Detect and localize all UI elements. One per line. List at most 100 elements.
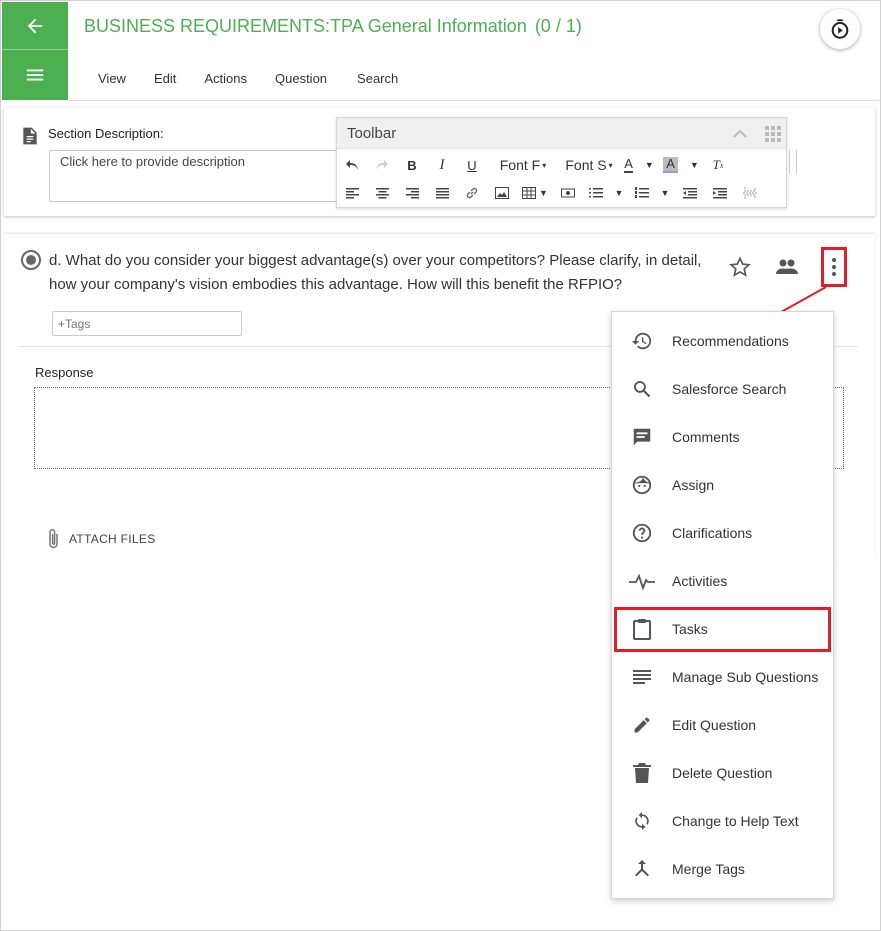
page-break-icon[interactable] [735, 182, 765, 204]
attach-files-button[interactable]: ATTACH FILES [47, 528, 156, 550]
caret-down-icon: ▼ [614, 188, 624, 198]
undo-icon[interactable] [337, 154, 367, 176]
menu-item-change-to-help-text[interactable]: Change to Help Text [612, 797, 833, 845]
font-size-select[interactable]: Font S ▾ [559, 154, 619, 176]
caret-down-icon: ▼ [644, 160, 654, 170]
answered-count: (0 / 1) [534, 16, 582, 36]
face-icon [632, 475, 652, 495]
back-button[interactable] [2, 2, 68, 49]
align-right-icon[interactable] [397, 182, 427, 204]
merge-icon [635, 860, 649, 877]
redo-icon[interactable] [367, 154, 397, 176]
menu-item-label: Merge Tags [672, 861, 745, 877]
question-select-radio[interactable] [21, 250, 41, 270]
caret-down-icon: ▾ [542, 160, 547, 170]
lines-icon [633, 670, 651, 684]
toolbar-row-2: ▼ ▼ ▼ [337, 181, 765, 205]
menu-item-recommendations[interactable]: Recommendations [612, 317, 833, 365]
page-title-text: BUSINESS REQUIREMENTS:TPA General Inform… [84, 16, 527, 36]
history-icon [631, 332, 652, 350]
menu-item-label: Assign [672, 477, 715, 493]
menu-item-comments[interactable]: Comments [612, 413, 833, 461]
tasks-highlight-annotation [614, 607, 831, 652]
menu-item-edit-question[interactable]: Edit Question [612, 701, 833, 749]
search-icon [634, 381, 651, 398]
comment-icon [633, 428, 651, 446]
italic-button[interactable]: I [427, 154, 457, 176]
table-button[interactable]: ▼ [517, 182, 553, 204]
editor-toolbar: Toolbar B I U Font F ▾ Font S ▾ A ▼ A ▼ Tx ▼… [336, 117, 787, 208]
people-icon[interactable] [775, 257, 799, 277]
menu-view[interactable]: View [84, 71, 140, 89]
menu-item-label: Manage Sub Questions [672, 669, 819, 685]
text-color-button[interactable]: A ▼ [619, 154, 659, 176]
font-size-label: Font S [565, 157, 607, 173]
more-options-button[interactable] [821, 247, 847, 287]
stopwatch-icon [831, 19, 849, 39]
toolbar-row-1: B I U Font F ▾ Font S ▾ A ▼ A ▼ Tx [337, 153, 733, 177]
toolbar-title: Toolbar [347, 125, 397, 142]
menu-edit[interactable]: Edit [140, 71, 190, 89]
menu-question[interactable]: Question [261, 71, 357, 89]
tags-input[interactable] [52, 311, 242, 336]
chevron-up-icon[interactable] [733, 129, 747, 139]
more-options-menu: Recommendations Salesforce Search Commen… [611, 311, 834, 899]
font-family-label: Font F [499, 157, 541, 173]
media-icon[interactable] [553, 182, 583, 204]
pencil-icon [634, 717, 650, 733]
menu-item-clarifications[interactable]: Clarifications [612, 509, 833, 557]
menu-search[interactable]: Search [357, 71, 412, 89]
toolbar-separator [789, 150, 797, 174]
toolbar-header: Toolbar [337, 118, 786, 149]
paperclip-icon [49, 528, 58, 549]
menu-item-manage-sub-questions[interactable]: Manage Sub Questions [612, 653, 833, 701]
outdent-icon[interactable] [675, 182, 705, 204]
caret-down-icon: ▼ [539, 188, 548, 198]
menu-actions[interactable]: Actions [190, 71, 261, 89]
underline-button[interactable]: U [457, 154, 487, 176]
hamburger-menu-button[interactable] [2, 49, 68, 100]
hamburger-icon [26, 69, 44, 81]
image-icon[interactable] [487, 182, 517, 204]
menu-item-salesforce-search[interactable]: Salesforce Search [612, 365, 833, 413]
align-justify-icon[interactable] [427, 182, 457, 204]
clear-format-icon[interactable]: Tx [703, 154, 733, 176]
numbered-list-button[interactable]: ▼ [629, 182, 675, 204]
table-icon [522, 187, 537, 199]
top-menubar: View Edit Actions Question Search [84, 71, 412, 89]
menu-item-activities[interactable]: Activities [612, 557, 833, 605]
sync-icon [635, 811, 649, 831]
menu-item-delete-question[interactable]: Delete Question [612, 749, 833, 797]
align-center-icon[interactable] [367, 182, 397, 204]
text-color-icon: A [624, 156, 633, 173]
page-title: BUSINESS REQUIREMENTS:TPA General Inform… [84, 16, 582, 37]
font-family-select[interactable]: Font F ▾ [487, 154, 559, 176]
caret-down-icon: ▼ [689, 160, 699, 170]
menu-item-label: Recommendations [672, 333, 789, 349]
numbered-list-icon [634, 187, 649, 198]
menu-item-label: Comments [672, 429, 740, 445]
document-icon [23, 127, 37, 145]
help-icon [632, 523, 652, 543]
caret-down-icon: ▼ [660, 188, 670, 198]
bold-button[interactable]: B [397, 154, 427, 176]
menu-item-assign[interactable]: Assign [612, 461, 833, 509]
menu-item-label: Edit Question [672, 717, 757, 733]
star-icon[interactable] [729, 256, 751, 278]
bullet-list-button[interactable]: ▼ [583, 182, 629, 204]
timer-button[interactable] [820, 9, 860, 49]
trash-icon [633, 763, 651, 783]
menu-item-label: Clarifications [672, 525, 753, 541]
section-description-input[interactable]: Click here to provide description [49, 150, 349, 202]
indent-icon[interactable] [705, 182, 735, 204]
menu-item-merge-tags[interactable]: Merge Tags [612, 845, 833, 893]
bg-color-button[interactable]: A ▼ [659, 154, 703, 176]
grid-dots-icon[interactable] [765, 126, 781, 142]
menu-item-label: Salesforce Search [672, 381, 787, 397]
bullet-list-icon [588, 187, 603, 198]
link-icon[interactable] [457, 182, 487, 204]
pulse-icon [629, 573, 655, 591]
align-left-icon[interactable] [337, 182, 367, 204]
response-label: Response [35, 365, 94, 380]
caret-down-icon: ▾ [608, 160, 613, 170]
